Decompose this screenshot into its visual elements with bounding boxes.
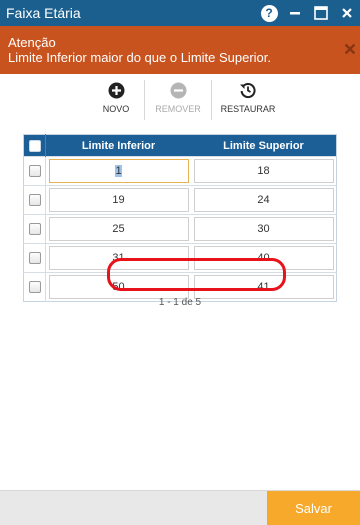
alert-title: Atenção <box>8 35 56 50</box>
close-button[interactable] <box>334 0 360 26</box>
column-header-limite-inferior[interactable]: Limite Inferior <box>45 134 191 157</box>
restore-history-icon <box>240 83 256 98</box>
pagination-info: 1 - 1 de 5 <box>158 297 202 308</box>
toolbar: NOVO REMOVER RESTAURAR <box>96 80 276 120</box>
save-button[interactable]: Salvar <box>267 491 360 525</box>
limite-inferior-value: 1 <box>115 165 122 177</box>
limite-inferior-input[interactable]: 50 <box>48 275 189 299</box>
row-checkbox[interactable] <box>28 222 41 235</box>
row-checkbox[interactable] <box>28 280 41 293</box>
minus-circle-icon <box>170 82 186 98</box>
limite-superior-input[interactable]: 41 <box>193 275 334 299</box>
row-checkbox[interactable] <box>28 164 41 177</box>
novo-label: NOVO <box>102 104 130 114</box>
novo-button[interactable]: NOVO <box>96 80 136 120</box>
help-button[interactable]: ? <box>256 0 282 26</box>
limite-superior-input[interactable]: 18 <box>193 159 334 183</box>
minimize-icon <box>290 12 300 15</box>
help-icon: ? <box>260 4 278 22</box>
limite-superior-input[interactable]: 24 <box>193 188 334 212</box>
toolbar-divider <box>144 80 145 120</box>
select-all-checkbox[interactable] <box>28 139 41 152</box>
minimize-button[interactable] <box>282 0 308 26</box>
plus-circle-icon <box>108 82 124 98</box>
limite-inferior-input[interactable]: 1 <box>48 159 189 183</box>
remover-label: REMOVER <box>155 104 201 114</box>
select-all-cell <box>23 134 46 157</box>
alert-message: Limite Inferior maior do que o Limite Su… <box>8 50 272 65</box>
table-row: 1 18 <box>23 156 337 186</box>
maximize-icon <box>314 6 328 20</box>
limite-inferior-input[interactable]: 19 <box>48 188 189 212</box>
row-checkbox[interactable] <box>28 251 41 264</box>
grid-header: Limite Inferior Limite Superior <box>23 134 337 157</box>
restaurar-label: RESTAURAR <box>220 104 276 114</box>
close-icon <box>342 8 352 18</box>
toolbar-divider <box>211 80 212 120</box>
maximize-button[interactable] <box>308 0 334 26</box>
close-icon <box>344 43 356 55</box>
limite-inferior-input[interactable]: 25 <box>48 217 189 241</box>
restaurar-button[interactable]: RESTAURAR <box>220 80 276 120</box>
footer-bar: Salvar <box>0 490 360 525</box>
alert-close-button[interactable] <box>342 38 358 60</box>
faixa-etaria-grid: Limite Inferior Limite Superior 1 18 19 … <box>23 134 337 302</box>
limite-superior-input[interactable]: 30 <box>193 217 334 241</box>
window-title: Faixa Etária <box>6 5 81 21</box>
limite-superior-input[interactable]: 40 <box>193 246 334 270</box>
table-row: 31 40 <box>23 243 337 273</box>
column-header-limite-superior[interactable]: Limite Superior <box>191 134 337 157</box>
remover-button[interactable]: REMOVER <box>153 80 203 120</box>
row-checkbox[interactable] <box>28 193 41 206</box>
limite-inferior-input[interactable]: 31 <box>48 246 189 270</box>
table-row: 19 24 <box>23 185 337 215</box>
table-row: 25 30 <box>23 214 337 244</box>
title-bar: Faixa Etária ? <box>0 0 360 26</box>
alert-banner: Atenção Limite Inferior maior do que o L… <box>0 26 360 74</box>
